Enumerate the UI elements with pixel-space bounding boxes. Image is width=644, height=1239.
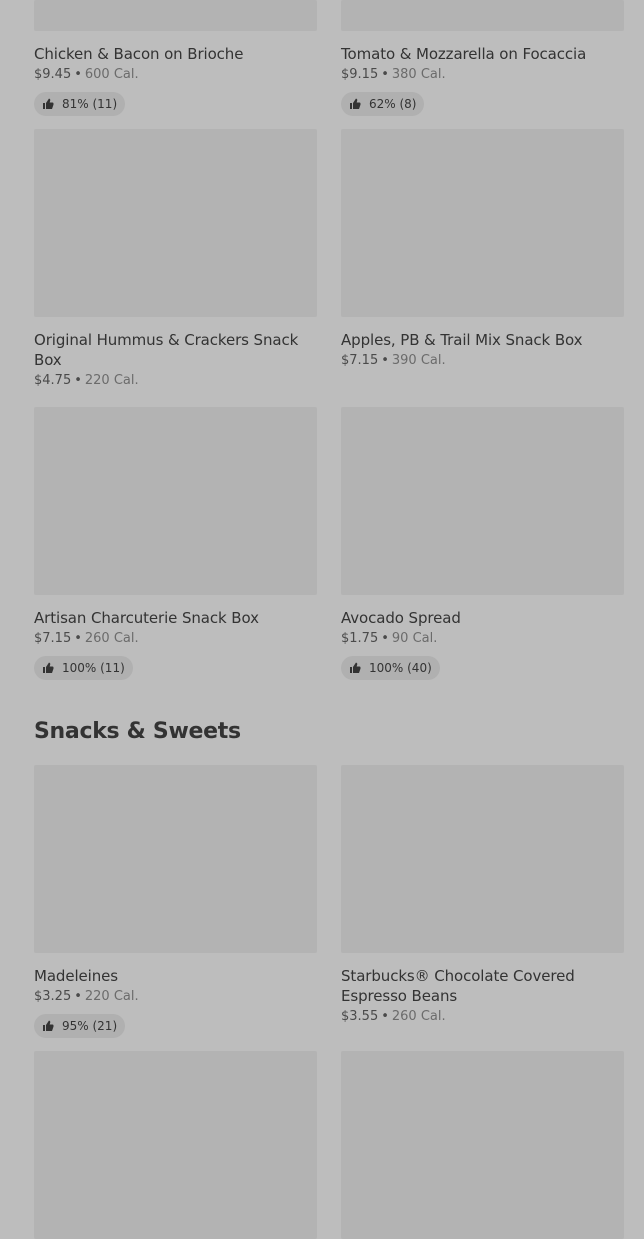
menu-item-image[interactable]: [341, 1051, 624, 1239]
rating-text: 100% (11): [62, 661, 125, 675]
menu-item-name: Avocado Spread: [341, 609, 461, 627]
menu-item-meta: $1.75 • 90 Cal.: [341, 631, 624, 647]
menu-item-meta: $3.25 • 220 Cal.: [34, 989, 317, 1005]
rating-text: 95% (21): [62, 1019, 118, 1033]
menu-row-5: [34, 1051, 624, 1239]
menu-item-card[interactable]: Avocado Spread $1.75 • 90 Cal. 100% (40): [341, 407, 624, 680]
menu-item-card[interactable]: Tomato & Mozzarella on Focaccia $9.15 • 38…: [341, 0, 624, 116]
menu-item-card[interactable]: Chicken & Bacon on Brioche $9.45 • 600 Cal…: [34, 0, 317, 116]
menu-item-card[interactable]: Apples, PB & Trail Mix Snack Box $7.15 • 3…: [341, 129, 624, 389]
rating-badge: 100% (11): [34, 656, 133, 680]
menu-item-price: $9.15: [341, 67, 379, 82]
menu-item-card[interactable]: [34, 1051, 317, 1239]
menu-item-card[interactable]: Artisan Charcuterie Snack Box $7.15 • 260 …: [34, 407, 317, 680]
rating-badge: 81% (11): [34, 92, 126, 116]
menu-item-calories: 380 Cal.: [391, 67, 446, 82]
menu-item-calories: 600 Cal.: [84, 67, 139, 82]
menu-row-4: Madeleines $3.25 • 220 Cal. 95% (21) Starb…: [34, 765, 624, 1038]
menu-item-price: $7.15: [341, 353, 379, 368]
meta-separator: •: [74, 373, 82, 388]
rating-text: 81% (11): [62, 97, 118, 111]
menu-item-card[interactable]: Original Hummus & Crackers Snack Box $4.…: [34, 129, 317, 389]
menu-item-calories: 220 Cal.: [84, 373, 139, 388]
menu-item-meta: $9.45 • 600 Cal.: [34, 67, 317, 83]
meta-separator: •: [381, 1009, 389, 1024]
menu-item-calories: 390 Cal.: [391, 353, 446, 368]
menu-row-3: Artisan Charcuterie Snack Box $7.15 • 260 …: [34, 407, 624, 680]
menu-item-image[interactable]: [34, 1051, 317, 1239]
menu-item-price: $4.75: [34, 373, 72, 388]
rating-badge: 100% (40): [341, 656, 440, 680]
menu-item-name: Madeleines: [34, 967, 118, 985]
menu-item-meta: $3.55 • 260 Cal.: [341, 1009, 624, 1025]
menu-row-1: Chicken & Bacon on Brioche $9.45 • 600 Cal…: [34, 0, 624, 116]
meta-separator: •: [74, 631, 82, 646]
menu-item-name: Tomato & Mozzarella on Focaccia: [341, 45, 587, 63]
thumbs-up-icon: [43, 662, 54, 673]
menu-item-image[interactable]: [34, 0, 317, 31]
thumbs-up-icon: [350, 662, 361, 673]
rating-text: 62% (8): [369, 97, 417, 111]
menu-item-image[interactable]: [341, 0, 624, 31]
menu-item-meta: $9.15 • 380 Cal.: [341, 67, 624, 83]
menu-item-meta: $7.15 • 390 Cal.: [341, 353, 624, 369]
menu-item-name: Original Hummus & Crackers Snack Box: [34, 331, 299, 369]
meta-separator: •: [381, 631, 389, 646]
meta-separator: •: [381, 67, 389, 82]
menu-item-name: Artisan Charcuterie Snack Box: [34, 609, 259, 627]
menu-item-price: $1.75: [341, 631, 379, 646]
menu-item-calories: 90 Cal.: [391, 631, 438, 646]
menu-item-price: $9.45: [34, 67, 72, 82]
menu-item-meta: $7.15 • 260 Cal.: [34, 631, 317, 647]
menu-item-name: Chicken & Bacon on Brioche: [34, 45, 244, 63]
meta-separator: •: [381, 353, 389, 368]
menu-item-calories: 220 Cal.: [84, 989, 139, 1004]
menu-item-calories: 260 Cal.: [391, 1009, 446, 1024]
menu-item-card[interactable]: Starbucks® Chocolate Covered Espresso Be…: [341, 765, 624, 1038]
meta-separator: •: [74, 67, 82, 82]
menu-item-name: Apples, PB & Trail Mix Snack Box: [341, 331, 583, 349]
menu-item-image[interactable]: [34, 765, 317, 953]
menu-item-calories: 260 Cal.: [84, 631, 139, 646]
rating-badge: 95% (21): [34, 1014, 126, 1038]
menu-item-card[interactable]: Madeleines $3.25 • 220 Cal. 95% (21): [34, 765, 317, 1038]
menu-item-image[interactable]: [341, 765, 624, 953]
menu-item-image[interactable]: [341, 129, 624, 317]
rating-text: 100% (40): [369, 661, 432, 675]
menu-row-2: Original Hummus & Crackers Snack Box $4.…: [34, 129, 624, 389]
thumbs-up-icon: [43, 1020, 54, 1031]
thumbs-up-icon: [43, 98, 54, 109]
menu-item-meta: $4.75 • 220 Cal.: [34, 373, 317, 389]
menu-item-price: $3.55: [341, 1009, 379, 1024]
menu-item-image[interactable]: [34, 129, 317, 317]
menu-item-price: $3.25: [34, 989, 72, 1004]
meta-separator: •: [74, 989, 82, 1004]
menu-item-name: Starbucks® Chocolate Covered Espresso Be…: [341, 967, 575, 1005]
thumbs-up-icon: [350, 98, 361, 109]
section-title: Snacks & Sweets: [34, 719, 241, 744]
rating-badge: 62% (8): [341, 92, 425, 116]
menu-item-image[interactable]: [34, 407, 317, 595]
menu-item-card[interactable]: [341, 1051, 624, 1239]
menu-item-image[interactable]: [341, 407, 624, 595]
menu-item-price: $7.15: [34, 631, 72, 646]
